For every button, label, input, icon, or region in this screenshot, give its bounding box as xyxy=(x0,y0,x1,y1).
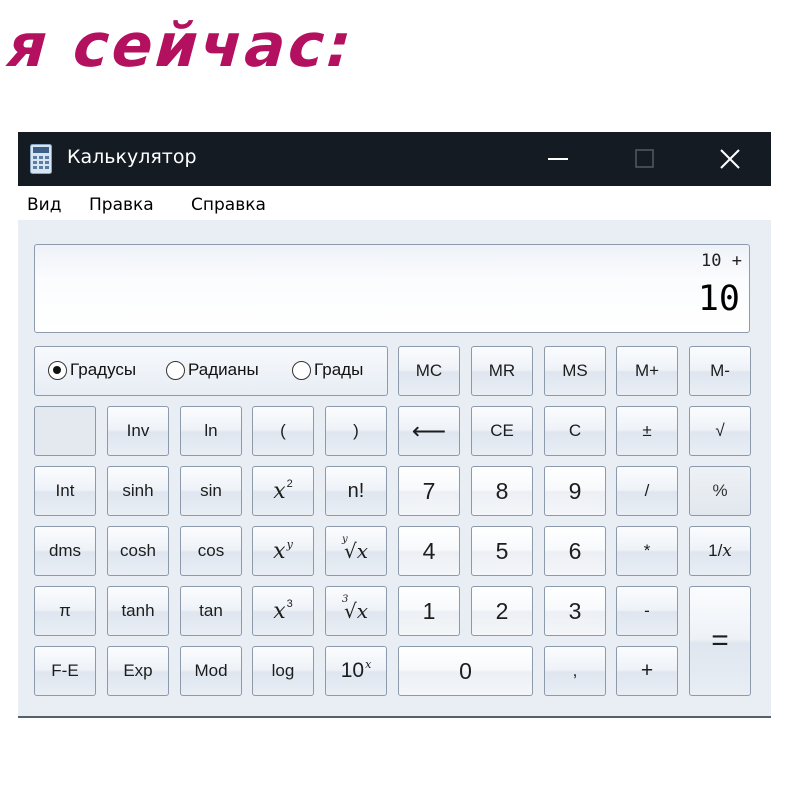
digit-9-button[interactable]: 9 xyxy=(544,466,606,516)
yroot-button[interactable]: y √x xyxy=(325,526,387,576)
equals-button[interactable]: = xyxy=(689,586,751,696)
digit-8-button[interactable]: 8 xyxy=(471,466,533,516)
multiply-button[interactable]: * xyxy=(616,526,678,576)
sinh-button[interactable]: sinh xyxy=(107,466,169,516)
close-icon xyxy=(720,149,740,169)
digit-7-button[interactable]: 7 xyxy=(398,466,460,516)
reciprocal-button[interactable]: 1/x xyxy=(689,526,751,576)
maximize-icon xyxy=(635,149,654,168)
ten-power-base: 10 xyxy=(340,659,365,682)
radio-unselected-icon xyxy=(292,361,311,380)
window-title: Калькулятор xyxy=(67,146,197,168)
minimize-icon xyxy=(548,158,568,160)
memory-recall-button[interactable]: MR xyxy=(471,346,533,396)
menu-view[interactable]: Вид xyxy=(27,195,61,215)
cube-exponent: 3 xyxy=(286,598,293,610)
digit-3-button[interactable]: 3 xyxy=(544,586,606,636)
open-paren-button[interactable]: ( xyxy=(252,406,314,456)
ten-power-exponent: x xyxy=(365,657,372,671)
memory-clear-button[interactable]: MC xyxy=(398,346,460,396)
square-button[interactable]: x2 xyxy=(252,466,314,516)
cube-root-symbol: 3 √x xyxy=(342,594,368,623)
square-exponent: 2 xyxy=(286,478,293,490)
power-base: x xyxy=(273,538,286,564)
cube-button[interactable]: x3 xyxy=(252,586,314,636)
digit-5-button[interactable]: 5 xyxy=(471,526,533,576)
minimize-button[interactable] xyxy=(528,132,588,186)
expression-line: 10 + xyxy=(701,251,742,271)
backspace-button[interactable]: ⟵ xyxy=(398,406,460,456)
calculator-icon xyxy=(30,144,52,174)
memory-add-button[interactable]: M+ xyxy=(616,346,678,396)
negate-button[interactable]: ± xyxy=(616,406,678,456)
sin-button[interactable]: sin xyxy=(180,466,242,516)
calculator-display: 10 + 10 xyxy=(34,244,750,333)
fe-button[interactable]: F-E xyxy=(34,646,96,696)
tan-button[interactable]: tan xyxy=(180,586,242,636)
memory-store-button[interactable]: MS xyxy=(544,346,606,396)
digit-0-button[interactable]: 0 xyxy=(398,646,533,696)
ln-button[interactable]: ln xyxy=(180,406,242,456)
pi-button[interactable]: π xyxy=(34,586,96,636)
calculator-window: Калькулятор Вид Правка Справка 10 + 10 Г… xyxy=(18,132,771,718)
reciprocal-var: x xyxy=(722,541,732,561)
yroot-index: y xyxy=(341,534,348,545)
power-exponent: y xyxy=(286,537,293,551)
power-button[interactable]: xy xyxy=(252,526,314,576)
square-base: x xyxy=(273,478,286,504)
sqrt-button[interactable]: √ xyxy=(689,406,751,456)
maximize-button[interactable] xyxy=(614,132,674,186)
dms-button[interactable]: dms xyxy=(34,526,96,576)
radio-unselected-icon xyxy=(166,361,185,380)
percent-button[interactable]: % xyxy=(689,466,751,516)
subtract-button[interactable]: - xyxy=(616,586,678,636)
angle-mode-group: Градусы Радианы Грады xyxy=(34,346,388,396)
radio-degrees-label: Градусы xyxy=(70,360,137,379)
mod-button[interactable]: Mod xyxy=(180,646,242,696)
add-button[interactable]: + xyxy=(616,646,678,696)
radio-radians-label: Радианы xyxy=(188,360,259,379)
ten-power-button[interactable]: 10 x xyxy=(325,646,387,696)
clear-entry-button[interactable]: CE xyxy=(471,406,533,456)
menu-help[interactable]: Справка xyxy=(191,195,266,215)
radio-grads-label: Грады xyxy=(314,360,364,379)
reciprocal-prefix: 1/ xyxy=(708,541,723,560)
close-button[interactable] xyxy=(700,132,760,186)
digit-6-button[interactable]: 6 xyxy=(544,526,606,576)
title-bar: Калькулятор xyxy=(18,132,771,186)
decimal-button[interactable]: , xyxy=(544,646,606,696)
digit-1-button[interactable]: 1 xyxy=(398,586,460,636)
factorial-button[interactable]: n! xyxy=(325,466,387,516)
result-value: 10 xyxy=(697,279,740,319)
digit-4-button[interactable]: 4 xyxy=(398,526,460,576)
log-button[interactable]: log xyxy=(252,646,314,696)
digit-2-button[interactable]: 2 xyxy=(471,586,533,636)
menu-bar: Вид Правка Справка xyxy=(18,186,771,220)
cosh-button[interactable]: cosh xyxy=(107,526,169,576)
int-button[interactable]: Int xyxy=(34,466,96,516)
blank-button xyxy=(34,406,96,456)
cube-base: x xyxy=(273,598,286,624)
meme-caption: я сейчас: xyxy=(5,11,357,81)
yroot-symbol: y √x xyxy=(342,534,368,563)
radio-selected-icon xyxy=(48,361,67,380)
close-paren-button[interactable]: ) xyxy=(325,406,387,456)
tanh-button[interactable]: tanh xyxy=(107,586,169,636)
cube-root-index: 3 xyxy=(341,594,349,605)
inv-button[interactable]: Inv xyxy=(107,406,169,456)
memory-subtract-button[interactable]: M- xyxy=(689,346,751,396)
clear-button[interactable]: C xyxy=(544,406,606,456)
cube-root-button[interactable]: 3 √x xyxy=(325,586,387,636)
cos-button[interactable]: cos xyxy=(180,526,242,576)
menu-edit[interactable]: Правка xyxy=(89,195,154,215)
exp-button[interactable]: Exp xyxy=(107,646,169,696)
divide-button[interactable]: / xyxy=(616,466,678,516)
